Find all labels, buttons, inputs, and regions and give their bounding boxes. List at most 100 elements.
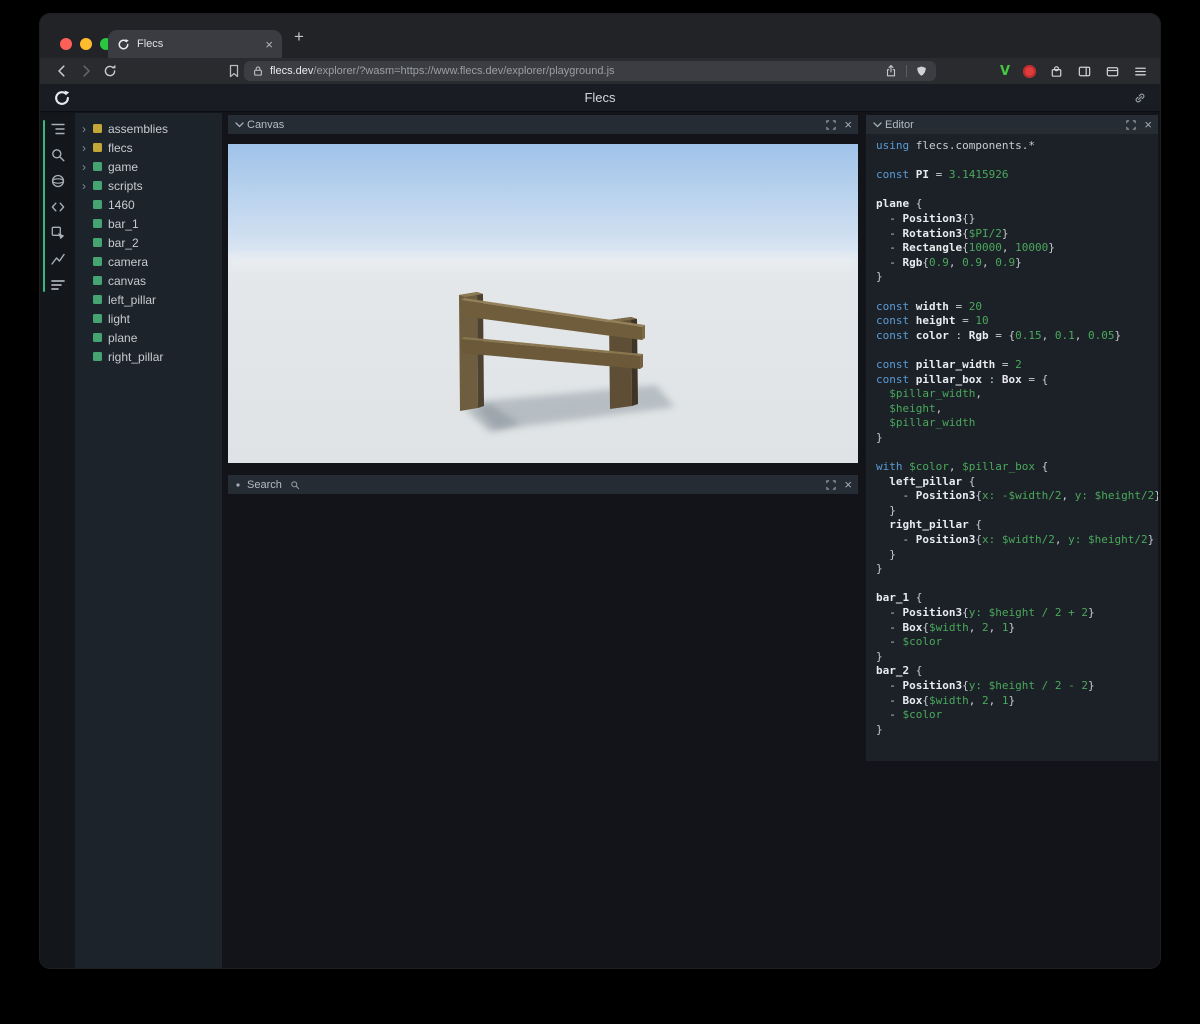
tree-item-left_pillar[interactable]: left_pillar bbox=[75, 290, 222, 309]
chevron-right-icon[interactable] bbox=[234, 481, 245, 489]
expand-caret-icon[interactable]: › bbox=[82, 142, 93, 154]
chevron-down-icon[interactable] bbox=[872, 121, 883, 129]
code-line: } bbox=[876, 562, 883, 576]
tree-item-1460[interactable]: 1460 bbox=[75, 195, 222, 214]
v-extension-icon[interactable]: V bbox=[1000, 64, 1010, 79]
tree-item-plane[interactable]: plane bbox=[75, 328, 222, 347]
tree-item-label: bar_1 bbox=[108, 216, 139, 231]
tree-item-bar_1[interactable]: bar_1 bbox=[75, 214, 222, 233]
search-icon[interactable] bbox=[50, 147, 66, 163]
tab-close-icon[interactable]: × bbox=[265, 38, 273, 51]
tree-item-scripts[interactable]: › scripts bbox=[75, 176, 222, 195]
expand-icon[interactable] bbox=[1125, 119, 1137, 131]
sidebar-toggle-icon[interactable] bbox=[1077, 64, 1092, 79]
close-window-button[interactable] bbox=[60, 38, 72, 50]
wallet-icon[interactable] bbox=[1105, 64, 1120, 79]
code-line: } bbox=[876, 503, 896, 517]
app-content: › assemblies › flecs › game › scripts 1460 bar_1b… bbox=[40, 113, 1160, 968]
code-line: - Position3{x: $width/2, y: $height/2} bbox=[876, 533, 1155, 547]
share-link-icon[interactable] bbox=[1133, 91, 1147, 105]
entity-square-icon bbox=[93, 276, 102, 285]
entity-square-icon bbox=[93, 181, 102, 190]
code-line: const pillar_box : Box = { bbox=[876, 372, 1049, 386]
entity-square-icon bbox=[93, 238, 102, 247]
tree-item-canvas[interactable]: canvas bbox=[75, 271, 222, 290]
code-line: - Rotation3{$PI/2} bbox=[876, 226, 1009, 240]
brave-shield-icon[interactable] bbox=[915, 65, 928, 78]
back-icon[interactable] bbox=[54, 63, 70, 79]
canvas-3d-scene bbox=[228, 144, 858, 463]
url-path: /explorer/?wasm=https://www.flecs.dev/ex… bbox=[313, 65, 615, 77]
tree-item-game[interactable]: › game bbox=[75, 157, 222, 176]
code-line: - Position3{x: -$width/2, y: $height/2} bbox=[876, 489, 1158, 503]
entity-tree-list: › assemblies › flecs › game › scripts 1460 bar_1b… bbox=[75, 119, 222, 366]
tree-item-flecs[interactable]: › flecs bbox=[75, 138, 222, 157]
canvas-panel-title: Canvas bbox=[247, 118, 285, 131]
entities-icon[interactable] bbox=[50, 173, 66, 189]
code-line: bar_2 { bbox=[876, 664, 923, 678]
canvas-3d-view[interactable] bbox=[228, 144, 858, 463]
chevron-down-icon[interactable] bbox=[234, 121, 245, 129]
code-line: const color : Rgb = {0.15, 0.1, 0.05} bbox=[876, 328, 1122, 342]
red-extension-icon[interactable] bbox=[1023, 64, 1036, 78]
share-icon[interactable] bbox=[884, 64, 898, 78]
browser-tab[interactable]: Flecs × bbox=[108, 30, 282, 58]
tree-item-label: right_pillar bbox=[108, 349, 164, 364]
code-line: } bbox=[876, 270, 883, 284]
stats-icon[interactable] bbox=[50, 277, 66, 293]
address-bar[interactable]: flecs.dev/explorer/?wasm=https://www.fle… bbox=[244, 61, 936, 81]
reload-icon[interactable] bbox=[102, 63, 118, 79]
editor-panel-header: Editor × bbox=[866, 115, 1158, 134]
chart-icon[interactable] bbox=[50, 251, 66, 267]
code-line: left_pillar { bbox=[889, 474, 976, 488]
browser-toolbar: flecs.dev/explorer/?wasm=https://www.fle… bbox=[40, 58, 1160, 84]
flecs-favicon-icon bbox=[118, 38, 129, 49]
entity-tree-panel: › assemblies › flecs › game › scripts 1460 bar_1b… bbox=[75, 113, 222, 968]
expand-caret-icon[interactable]: › bbox=[82, 180, 93, 192]
forward-icon[interactable] bbox=[78, 63, 94, 79]
tree-item-right_pillar[interactable]: right_pillar bbox=[75, 347, 222, 366]
editor-panel-title: Editor bbox=[885, 118, 914, 131]
close-icon[interactable]: × bbox=[844, 478, 852, 491]
url-domain: flecs.dev bbox=[270, 65, 314, 77]
code-line: const PI = 3.1415926 bbox=[876, 168, 1009, 182]
tree-item-label: assemblies bbox=[108, 121, 169, 136]
tree-item-light[interactable]: light bbox=[75, 309, 222, 328]
expand-caret-icon[interactable]: › bbox=[82, 161, 93, 173]
entity-square-icon bbox=[93, 333, 102, 342]
minimize-window-button[interactable] bbox=[80, 38, 92, 50]
inspect-icon[interactable] bbox=[50, 225, 66, 241]
app-header: Flecs bbox=[40, 84, 1160, 112]
bookmark-icon[interactable] bbox=[226, 63, 242, 79]
code-line: } bbox=[876, 547, 896, 561]
code-editor[interactable]: using flecs.components.* const PI = 3.141… bbox=[866, 134, 1158, 761]
search-magnifier-icon bbox=[291, 480, 300, 489]
extension-cluster: V bbox=[1000, 58, 1148, 84]
expand-icon[interactable] bbox=[825, 479, 837, 491]
close-icon[interactable]: × bbox=[844, 118, 852, 131]
tree-item-assemblies[interactable]: › assemblies bbox=[75, 119, 222, 138]
page-title: Flecs bbox=[584, 90, 616, 105]
code-lines: using flecs.components.* const PI = 3.141… bbox=[876, 139, 1158, 737]
code-line: plane { bbox=[876, 197, 923, 211]
tree-item-camera[interactable]: camera bbox=[75, 252, 222, 271]
entity-square-icon bbox=[93, 143, 102, 152]
code-line: - Rectangle{10000, 10000} bbox=[876, 241, 1055, 255]
expand-caret-icon[interactable]: › bbox=[82, 123, 93, 135]
entity-square-icon bbox=[93, 219, 102, 228]
extensions-puzzle-icon[interactable] bbox=[1049, 64, 1064, 79]
code-line: bar_1 { bbox=[876, 591, 923, 605]
menu-icon[interactable] bbox=[1133, 64, 1148, 79]
outline-icon[interactable] bbox=[50, 121, 66, 137]
tree-item-bar_2[interactable]: bar_2 bbox=[75, 233, 222, 252]
new-tab-button[interactable]: + bbox=[294, 27, 304, 47]
code-icon[interactable] bbox=[50, 199, 66, 215]
search-panel-header: Search × bbox=[228, 475, 858, 494]
expand-icon[interactable] bbox=[825, 119, 837, 131]
close-icon[interactable]: × bbox=[1144, 118, 1152, 131]
